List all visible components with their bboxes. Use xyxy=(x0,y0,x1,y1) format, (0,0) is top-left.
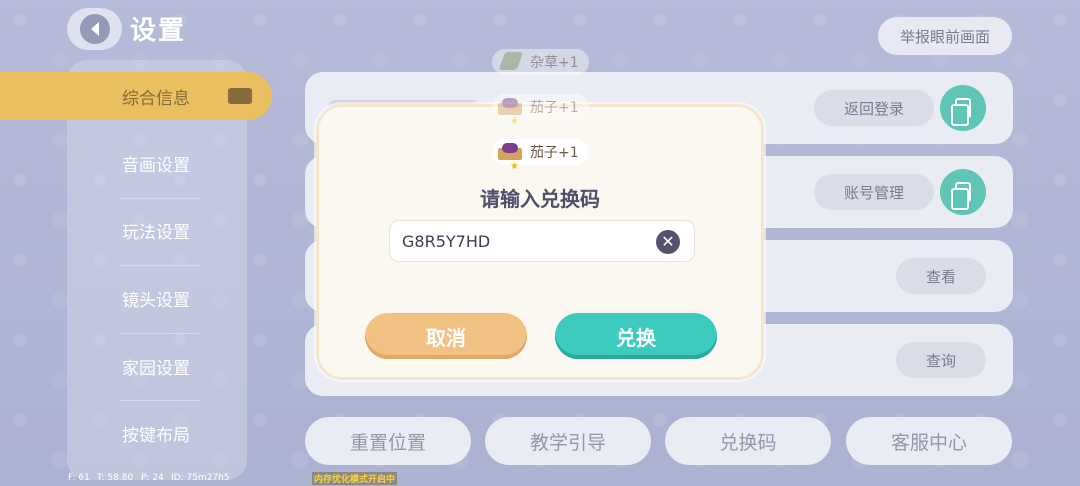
reward-toast-label: 茄子+1 xyxy=(530,145,579,161)
grass-icon xyxy=(498,52,524,72)
reward-toast-label: 茄子+1 xyxy=(530,100,579,116)
redeem-code-input[interactable]: G8R5Y7HD ✕ xyxy=(389,220,695,262)
debug-time: T: 58.80 xyxy=(97,473,134,483)
redeem-code-value: G8R5Y7HD xyxy=(402,232,491,251)
eggplant-crate-icon: ★ xyxy=(498,142,524,172)
reward-toast: ★ 茄子+1 xyxy=(492,94,589,127)
eggplant-crate-icon: ★ xyxy=(498,97,524,127)
redeem-button[interactable]: 兑换 xyxy=(555,313,717,359)
reward-toast: 杂草+1 xyxy=(492,49,589,75)
debug-ping: P: 24 xyxy=(141,473,164,483)
reward-toast: ★ 茄子+1 xyxy=(492,139,589,172)
clear-icon[interactable]: ✕ xyxy=(656,230,680,254)
cancel-button[interactable]: 取消 xyxy=(365,313,527,359)
debug-id: ID: 75m27h5 xyxy=(171,473,230,483)
reward-toast-label: 杂草+1 xyxy=(530,55,579,71)
memory-optimization-tip: 内存优化模式开启中 xyxy=(312,472,398,485)
debug-fps: F: 61 xyxy=(68,473,90,483)
dialog-title: 请输入兑换码 xyxy=(480,187,600,211)
